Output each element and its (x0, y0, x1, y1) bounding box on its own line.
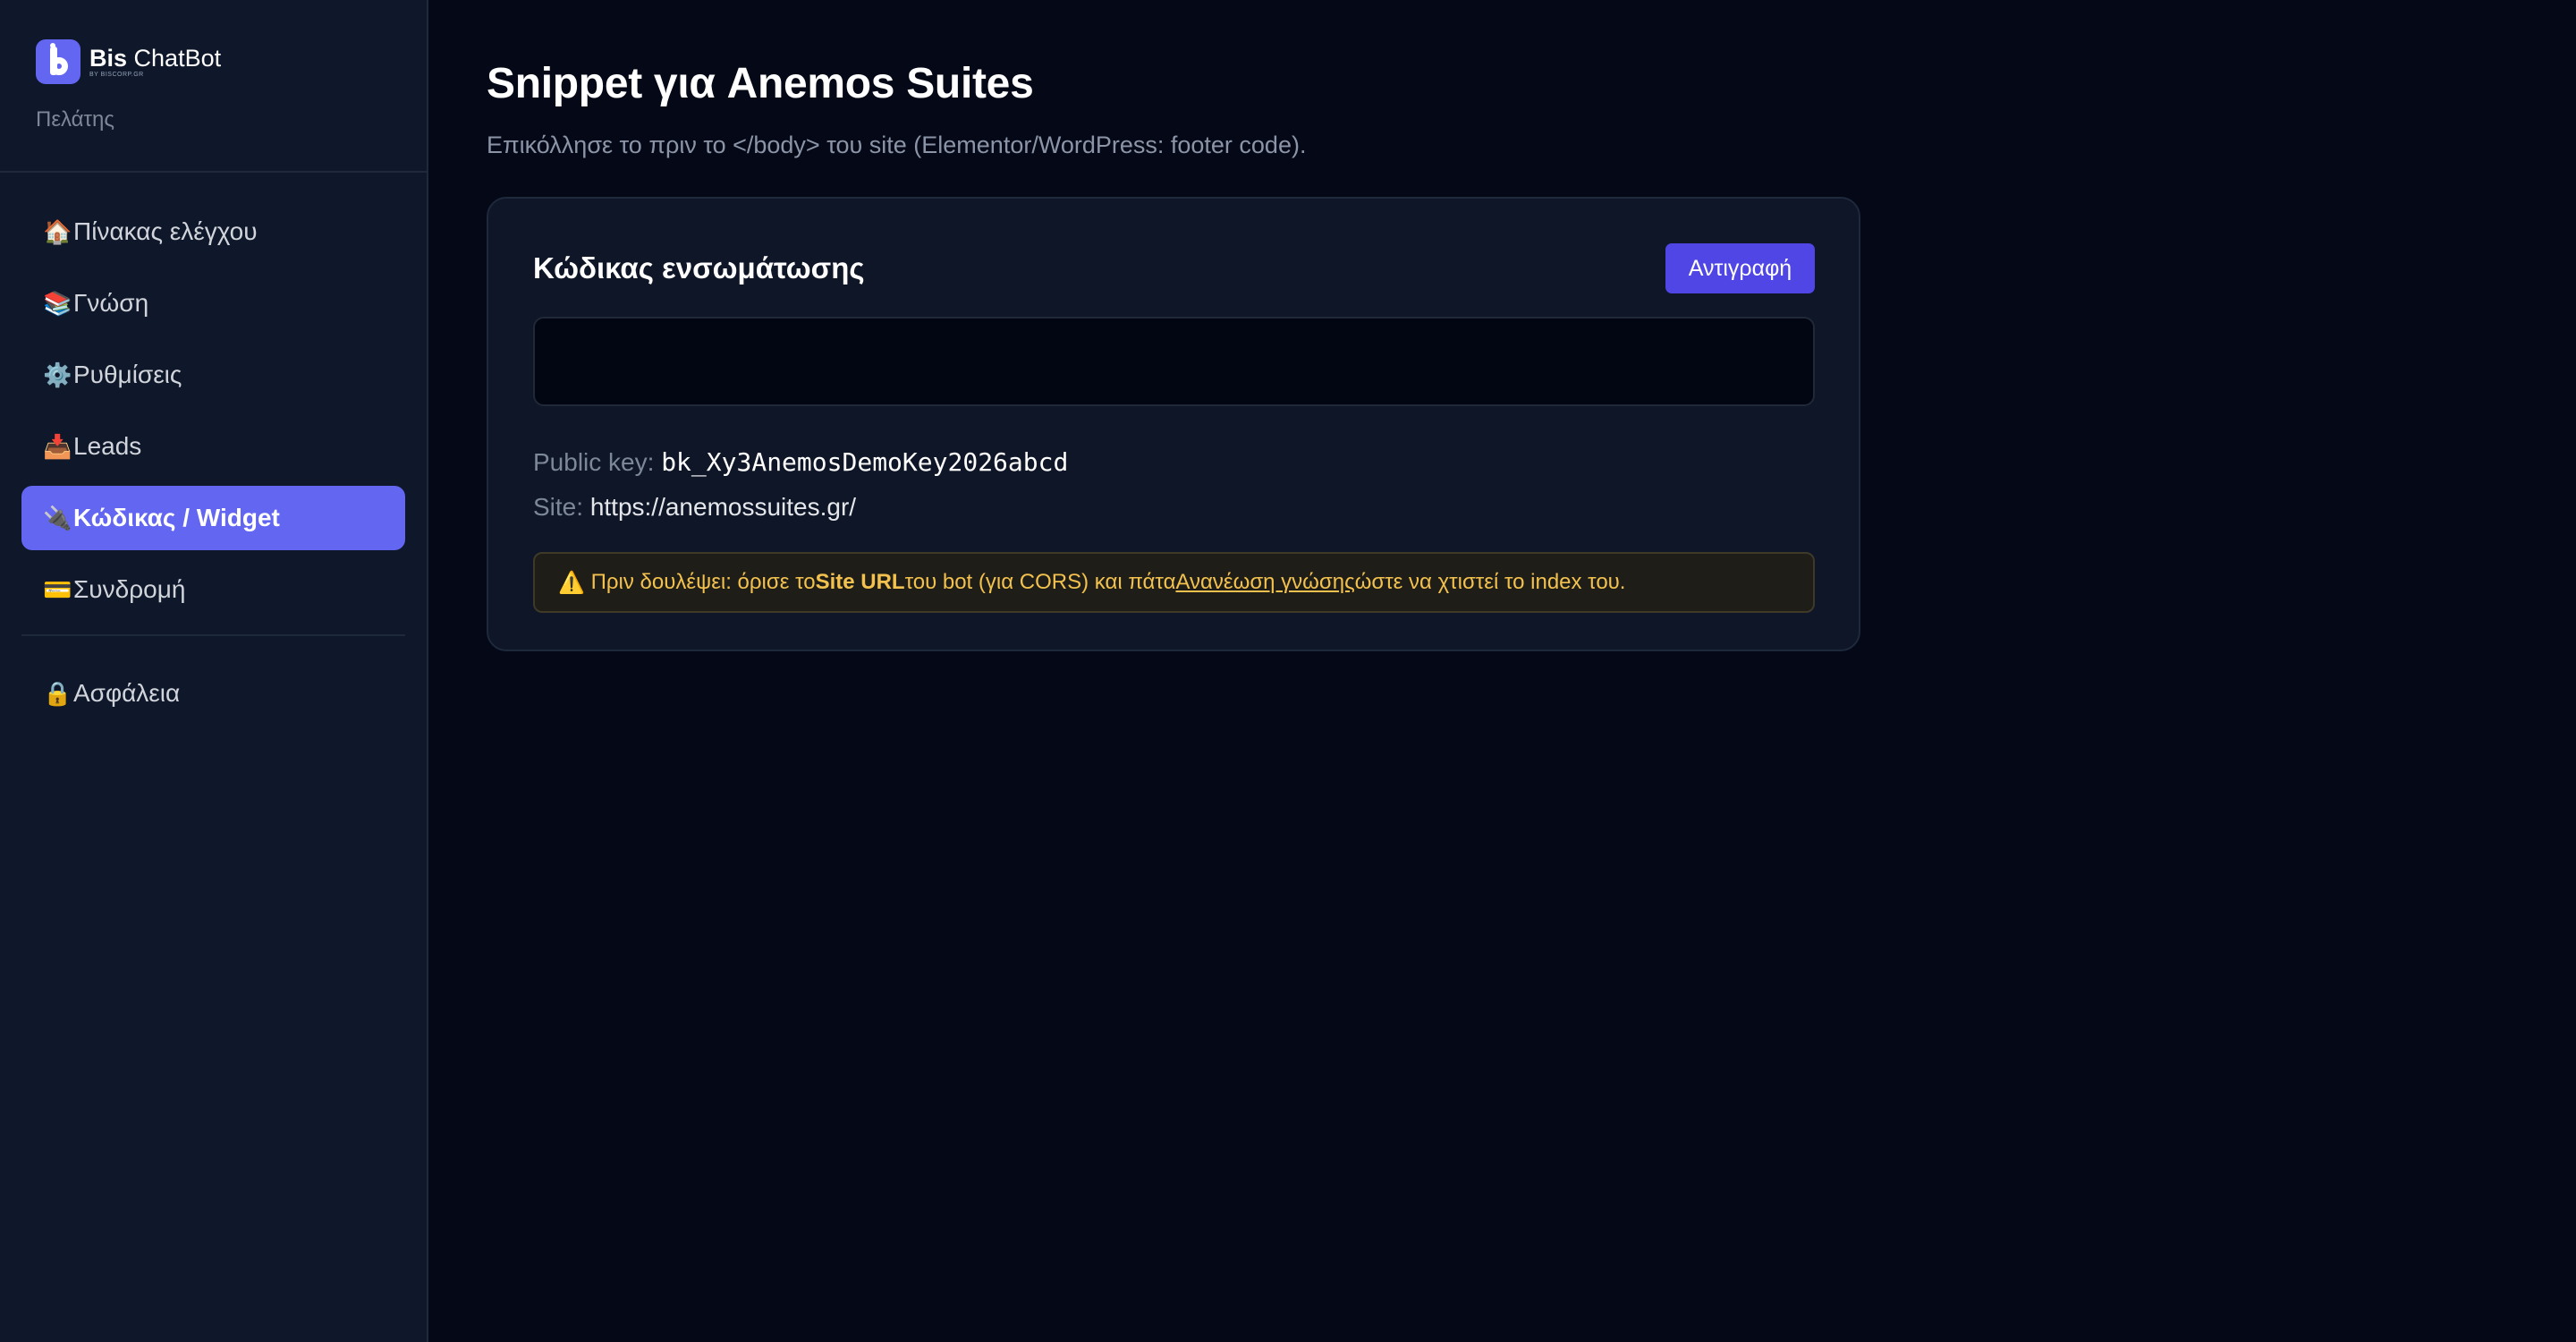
sidebar-item-settings[interactable]: ⚙️ Ρυθμίσεις (21, 343, 405, 407)
refresh-knowledge-link[interactable]: Ανανέωση γνώσης (1175, 570, 1354, 595)
logo-icon (36, 39, 80, 84)
warning-text-3: ώστε να χτιστεί το index του. (1354, 570, 1626, 594)
public-key-value: bk_Xy3AnemosDemoKey2026abcd (661, 447, 1069, 477)
sidebar-item-label: Ασφάλεια (73, 679, 181, 707)
public-key-row: Public key: bk_Xy3AnemosDemoKey2026abcd (533, 440, 1815, 485)
copy-button[interactable]: Αντιγραφή (1665, 243, 1815, 293)
sidebar-item-label: Πίνακας ελέγχου (73, 217, 258, 245)
sidebar-item-label: Συνδρομή (73, 575, 186, 603)
house-icon: 🏠 (43, 217, 72, 245)
sidebar-item-security[interactable]: 🔒 Ασφάλεια (21, 661, 405, 726)
books-icon: 📚 (43, 289, 72, 317)
sidebar-item-widget[interactable]: 🔌 Κώδικας / Widget (21, 486, 405, 550)
sidebar-item-label: Leads (73, 432, 142, 460)
logo[interactable]: Bis ChatBot BY BISCORP.GR (36, 39, 391, 84)
warning-site-url: Site URL (815, 570, 905, 594)
site-value: https://anemossuites.gr/ (589, 493, 857, 521)
embed-code-card: Κώδικας ενσωμάτωσης Αντιγραφή Public key… (487, 197, 1860, 651)
key-info: Public key: bk_Xy3AnemosDemoKey2026abcd … (533, 440, 1815, 530)
sidebar-nav: 🏠 Πίνακας ελέγχου 📚 Γνώση ⚙️ Ρυθμίσεις 📥… (0, 173, 427, 726)
sidebar-item-label: Κώδικας / Widget (73, 504, 280, 531)
brand: Bis ChatBot BY BISCORP.GR Πελάτης (0, 0, 427, 173)
sidebar-item-label: Ρυθμίσεις (73, 361, 182, 388)
page-title: Snippet για Anemos Suites (487, 60, 1034, 107)
user-role: Πελάτης (36, 107, 114, 132)
inbox-tray-icon: 📥 (43, 432, 72, 460)
public-key-label: Public key: (533, 448, 655, 476)
card-title: Κώδικας ενσωμάτωσης (533, 251, 865, 285)
sidebar-item-knowledge[interactable]: 📚 Γνώση (21, 271, 405, 336)
app: Bis ChatBot BY BISCORP.GR Πελάτης 🏠 Πίνα… (0, 0, 2576, 1342)
sidebar-item-label: Γνώση (73, 289, 149, 317)
warning-text-1: Πριν δουλέψει: όρισε το (590, 570, 816, 594)
warning-banner: ⚠️ Πριν δουλέψει: όρισε το Site URL του … (533, 552, 1815, 613)
lock-icon: 🔒 (43, 679, 72, 707)
gear-icon: ⚙️ (43, 361, 72, 388)
main-content: Snippet για Anemos Suites Επικόλλησε το … (428, 0, 2576, 1342)
sidebar-item-subscription[interactable]: 💳 Συνδρομή (21, 557, 405, 622)
sidebar: Bis ChatBot BY BISCORP.GR Πελάτης 🏠 Πίνα… (0, 0, 428, 1342)
site-label: Site: (533, 493, 584, 521)
sidebar-item-leads[interactable]: 📥 Leads (21, 414, 405, 479)
page-subtitle: Επικόλλησε το πριν το </body> του site (… (487, 132, 1307, 158)
credit-card-icon: 💳 (43, 575, 72, 603)
nav-divider (21, 634, 405, 636)
plug-icon: 🔌 (43, 504, 72, 531)
warning-icon: ⚠️ (558, 570, 585, 595)
sidebar-item-dashboard[interactable]: 🏠 Πίνακας ελέγχου (21, 200, 405, 264)
logo-name: Bis ChatBot (89, 44, 222, 72)
logo-subtitle: BY BISCORP.GR (89, 71, 144, 78)
warning-text-2: του bot (για CORS) και πάτα (904, 570, 1176, 594)
site-row: Site: https://anemossuites.gr/ (533, 485, 1815, 530)
card-header: Κώδικας ενσωμάτωσης Αντιγραφή (533, 243, 1815, 293)
embed-code-box[interactable] (533, 317, 1815, 406)
